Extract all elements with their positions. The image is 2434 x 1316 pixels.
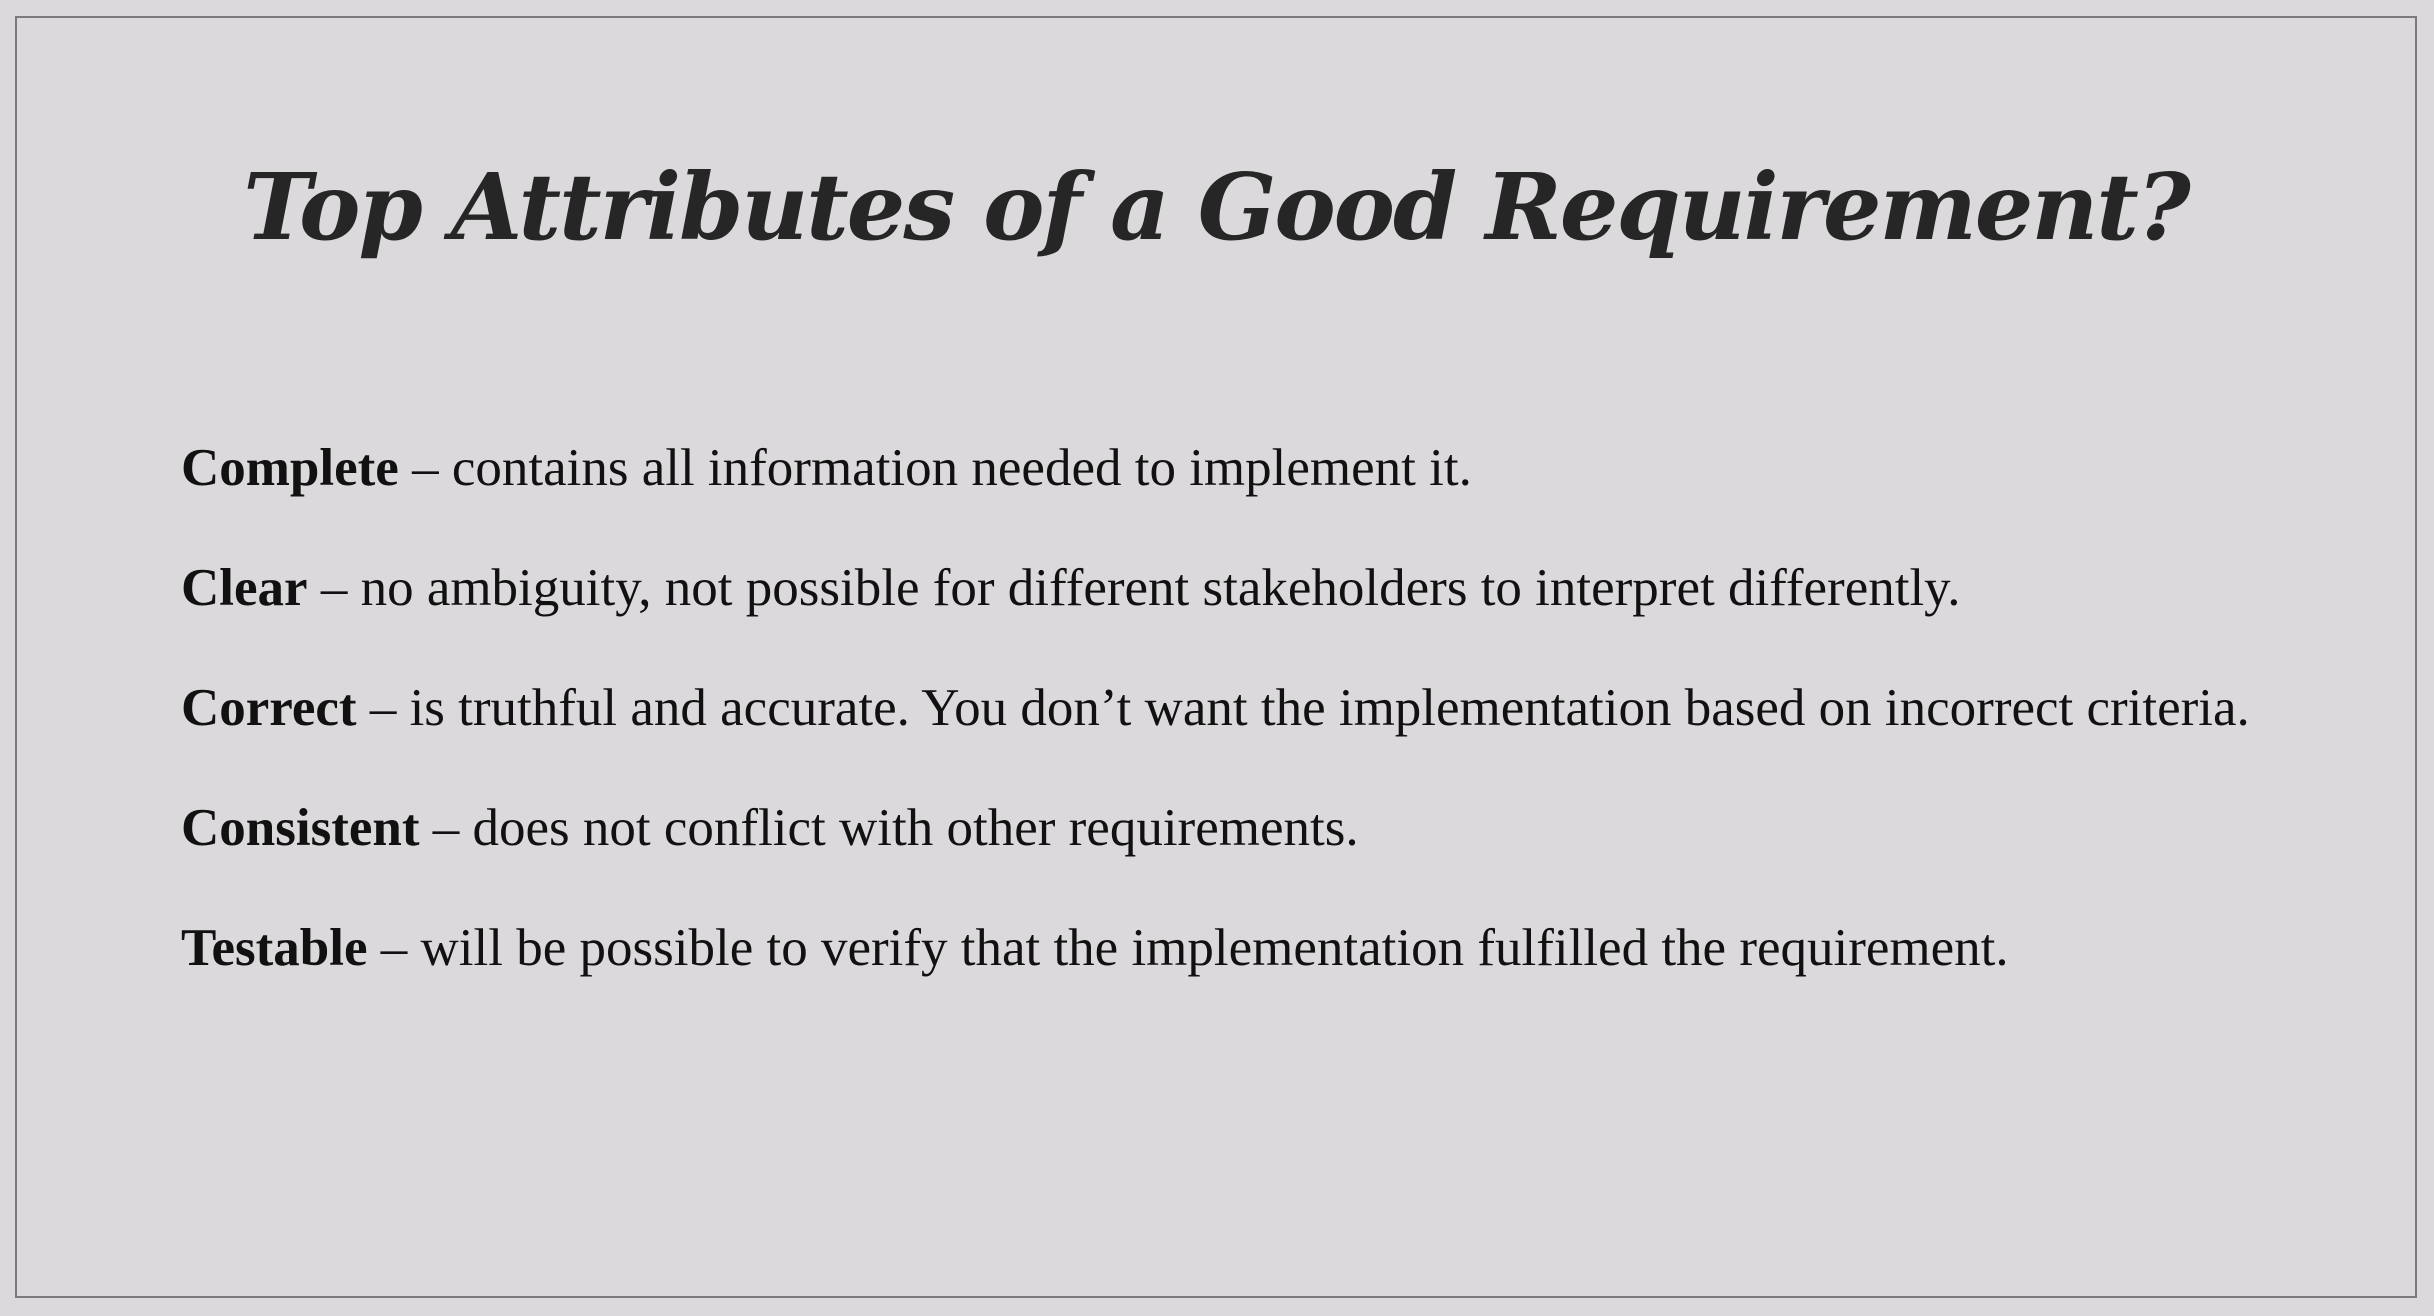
term-description: – does not conflict with other requireme… (419, 799, 1359, 857)
term-description: – contains all information needed to imp… (398, 439, 1472, 497)
attribute-list: Complete – contains all information need… (181, 420, 2331, 1020)
term-description: – will be possible to verify that the im… (367, 919, 2009, 977)
list-item-clear: Clear – no ambiguity, not possible for d… (181, 540, 2331, 636)
term-label: Testable (181, 919, 368, 977)
list-item-complete: Complete – contains all information need… (181, 420, 2331, 516)
list-item-correct: Correct – is truthful and accurate. You … (181, 660, 2331, 756)
term-description: – is truthful and accurate. You don’t wa… (356, 679, 2250, 737)
slide-title: Top Attributes of a Good Requirement? (243, 153, 2190, 261)
term-label: Clear (181, 559, 308, 617)
list-item-consistent: Consistent – does not conflict with othe… (181, 780, 2331, 876)
term-description: – no ambiguity, not possible for differe… (307, 559, 1961, 617)
slide: Top Attributes of a Good Requirement? Co… (15, 16, 2417, 1298)
term-label: Correct (181, 679, 357, 737)
term-label: Complete (181, 439, 399, 497)
term-label: Consistent (181, 799, 420, 857)
list-item-testable: Testable – will be possible to verify th… (181, 900, 2331, 996)
